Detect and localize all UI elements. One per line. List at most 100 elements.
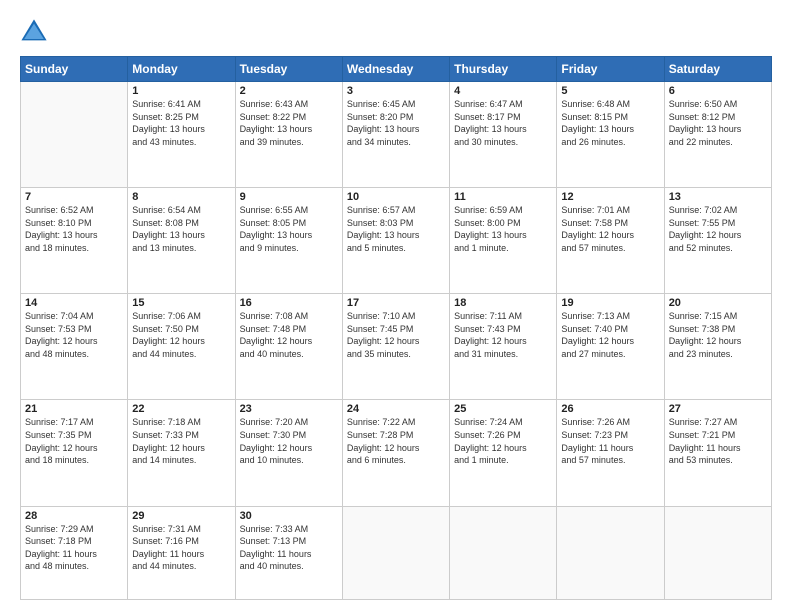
day-number: 17 bbox=[347, 297, 445, 309]
calendar-cell bbox=[450, 506, 557, 599]
calendar-cell: 11Sunrise: 6:59 AM Sunset: 8:00 PM Dayli… bbox=[450, 188, 557, 294]
calendar-cell: 7Sunrise: 6:52 AM Sunset: 8:10 PM Daylig… bbox=[21, 188, 128, 294]
cell-content: Sunrise: 7:29 AM Sunset: 7:18 PM Dayligh… bbox=[25, 523, 123, 573]
week-row-2: 7Sunrise: 6:52 AM Sunset: 8:10 PM Daylig… bbox=[21, 188, 772, 294]
cell-content: Sunrise: 6:45 AM Sunset: 8:20 PM Dayligh… bbox=[347, 98, 445, 148]
weekday-header-saturday: Saturday bbox=[664, 57, 771, 82]
calendar-cell: 27Sunrise: 7:27 AM Sunset: 7:21 PM Dayli… bbox=[664, 400, 771, 506]
calendar: SundayMondayTuesdayWednesdayThursdayFrid… bbox=[20, 56, 772, 600]
cell-content: Sunrise: 6:43 AM Sunset: 8:22 PM Dayligh… bbox=[240, 98, 338, 148]
day-number: 4 bbox=[454, 85, 552, 97]
calendar-cell bbox=[21, 82, 128, 188]
calendar-cell: 16Sunrise: 7:08 AM Sunset: 7:48 PM Dayli… bbox=[235, 294, 342, 400]
cell-content: Sunrise: 7:01 AM Sunset: 7:58 PM Dayligh… bbox=[561, 204, 659, 254]
day-number: 6 bbox=[669, 85, 767, 97]
logo bbox=[20, 18, 50, 46]
calendar-cell: 9Sunrise: 6:55 AM Sunset: 8:05 PM Daylig… bbox=[235, 188, 342, 294]
calendar-cell: 20Sunrise: 7:15 AM Sunset: 7:38 PM Dayli… bbox=[664, 294, 771, 400]
calendar-cell: 5Sunrise: 6:48 AM Sunset: 8:15 PM Daylig… bbox=[557, 82, 664, 188]
calendar-cell: 19Sunrise: 7:13 AM Sunset: 7:40 PM Dayli… bbox=[557, 294, 664, 400]
logo-icon bbox=[20, 18, 48, 46]
day-number: 29 bbox=[132, 510, 230, 522]
weekday-header-thursday: Thursday bbox=[450, 57, 557, 82]
day-number: 13 bbox=[669, 191, 767, 203]
weekday-header-sunday: Sunday bbox=[21, 57, 128, 82]
calendar-cell: 3Sunrise: 6:45 AM Sunset: 8:20 PM Daylig… bbox=[342, 82, 449, 188]
week-row-5: 28Sunrise: 7:29 AM Sunset: 7:18 PM Dayli… bbox=[21, 506, 772, 599]
day-number: 5 bbox=[561, 85, 659, 97]
cell-content: Sunrise: 7:08 AM Sunset: 7:48 PM Dayligh… bbox=[240, 310, 338, 360]
cell-content: Sunrise: 7:22 AM Sunset: 7:28 PM Dayligh… bbox=[347, 416, 445, 466]
calendar-cell: 4Sunrise: 6:47 AM Sunset: 8:17 PM Daylig… bbox=[450, 82, 557, 188]
day-number: 10 bbox=[347, 191, 445, 203]
day-number: 28 bbox=[25, 510, 123, 522]
cell-content: Sunrise: 6:41 AM Sunset: 8:25 PM Dayligh… bbox=[132, 98, 230, 148]
calendar-cell: 17Sunrise: 7:10 AM Sunset: 7:45 PM Dayli… bbox=[342, 294, 449, 400]
day-number: 20 bbox=[669, 297, 767, 309]
cell-content: Sunrise: 7:10 AM Sunset: 7:45 PM Dayligh… bbox=[347, 310, 445, 360]
weekday-header-wednesday: Wednesday bbox=[342, 57, 449, 82]
day-number: 15 bbox=[132, 297, 230, 309]
day-number: 21 bbox=[25, 403, 123, 415]
cell-content: Sunrise: 7:15 AM Sunset: 7:38 PM Dayligh… bbox=[669, 310, 767, 360]
cell-content: Sunrise: 6:48 AM Sunset: 8:15 PM Dayligh… bbox=[561, 98, 659, 148]
cell-content: Sunrise: 6:52 AM Sunset: 8:10 PM Dayligh… bbox=[25, 204, 123, 254]
day-number: 23 bbox=[240, 403, 338, 415]
day-number: 24 bbox=[347, 403, 445, 415]
calendar-cell bbox=[342, 506, 449, 599]
cell-content: Sunrise: 7:27 AM Sunset: 7:21 PM Dayligh… bbox=[669, 416, 767, 466]
day-number: 9 bbox=[240, 191, 338, 203]
cell-content: Sunrise: 7:06 AM Sunset: 7:50 PM Dayligh… bbox=[132, 310, 230, 360]
calendar-cell: 15Sunrise: 7:06 AM Sunset: 7:50 PM Dayli… bbox=[128, 294, 235, 400]
calendar-cell: 8Sunrise: 6:54 AM Sunset: 8:08 PM Daylig… bbox=[128, 188, 235, 294]
day-number: 16 bbox=[240, 297, 338, 309]
day-number: 19 bbox=[561, 297, 659, 309]
week-row-3: 14Sunrise: 7:04 AM Sunset: 7:53 PM Dayli… bbox=[21, 294, 772, 400]
calendar-cell: 1Sunrise: 6:41 AM Sunset: 8:25 PM Daylig… bbox=[128, 82, 235, 188]
calendar-cell: 13Sunrise: 7:02 AM Sunset: 7:55 PM Dayli… bbox=[664, 188, 771, 294]
cell-content: Sunrise: 6:47 AM Sunset: 8:17 PM Dayligh… bbox=[454, 98, 552, 148]
day-number: 30 bbox=[240, 510, 338, 522]
calendar-cell: 22Sunrise: 7:18 AM Sunset: 7:33 PM Dayli… bbox=[128, 400, 235, 506]
week-row-4: 21Sunrise: 7:17 AM Sunset: 7:35 PM Dayli… bbox=[21, 400, 772, 506]
cell-content: Sunrise: 6:59 AM Sunset: 8:00 PM Dayligh… bbox=[454, 204, 552, 254]
day-number: 7 bbox=[25, 191, 123, 203]
weekday-header-friday: Friday bbox=[557, 57, 664, 82]
calendar-cell: 26Sunrise: 7:26 AM Sunset: 7:23 PM Dayli… bbox=[557, 400, 664, 506]
day-number: 8 bbox=[132, 191, 230, 203]
cell-content: Sunrise: 6:50 AM Sunset: 8:12 PM Dayligh… bbox=[669, 98, 767, 148]
day-number: 26 bbox=[561, 403, 659, 415]
calendar-cell: 2Sunrise: 6:43 AM Sunset: 8:22 PM Daylig… bbox=[235, 82, 342, 188]
day-number: 27 bbox=[669, 403, 767, 415]
calendar-cell: 14Sunrise: 7:04 AM Sunset: 7:53 PM Dayli… bbox=[21, 294, 128, 400]
calendar-cell: 25Sunrise: 7:24 AM Sunset: 7:26 PM Dayli… bbox=[450, 400, 557, 506]
calendar-cell bbox=[664, 506, 771, 599]
day-number: 14 bbox=[25, 297, 123, 309]
cell-content: Sunrise: 7:17 AM Sunset: 7:35 PM Dayligh… bbox=[25, 416, 123, 466]
calendar-cell: 12Sunrise: 7:01 AM Sunset: 7:58 PM Dayli… bbox=[557, 188, 664, 294]
cell-content: Sunrise: 7:33 AM Sunset: 7:13 PM Dayligh… bbox=[240, 523, 338, 573]
calendar-cell bbox=[557, 506, 664, 599]
calendar-cell: 6Sunrise: 6:50 AM Sunset: 8:12 PM Daylig… bbox=[664, 82, 771, 188]
calendar-cell: 10Sunrise: 6:57 AM Sunset: 8:03 PM Dayli… bbox=[342, 188, 449, 294]
weekday-header-tuesday: Tuesday bbox=[235, 57, 342, 82]
week-row-1: 1Sunrise: 6:41 AM Sunset: 8:25 PM Daylig… bbox=[21, 82, 772, 188]
header bbox=[20, 18, 772, 46]
cell-content: Sunrise: 6:55 AM Sunset: 8:05 PM Dayligh… bbox=[240, 204, 338, 254]
cell-content: Sunrise: 7:20 AM Sunset: 7:30 PM Dayligh… bbox=[240, 416, 338, 466]
calendar-cell: 23Sunrise: 7:20 AM Sunset: 7:30 PM Dayli… bbox=[235, 400, 342, 506]
weekday-header-monday: Monday bbox=[128, 57, 235, 82]
cell-content: Sunrise: 7:13 AM Sunset: 7:40 PM Dayligh… bbox=[561, 310, 659, 360]
calendar-cell: 29Sunrise: 7:31 AM Sunset: 7:16 PM Dayli… bbox=[128, 506, 235, 599]
page: SundayMondayTuesdayWednesdayThursdayFrid… bbox=[0, 0, 792, 612]
day-number: 12 bbox=[561, 191, 659, 203]
cell-content: Sunrise: 6:57 AM Sunset: 8:03 PM Dayligh… bbox=[347, 204, 445, 254]
day-number: 11 bbox=[454, 191, 552, 203]
cell-content: Sunrise: 7:31 AM Sunset: 7:16 PM Dayligh… bbox=[132, 523, 230, 573]
calendar-cell: 21Sunrise: 7:17 AM Sunset: 7:35 PM Dayli… bbox=[21, 400, 128, 506]
day-number: 2 bbox=[240, 85, 338, 97]
cell-content: Sunrise: 7:11 AM Sunset: 7:43 PM Dayligh… bbox=[454, 310, 552, 360]
cell-content: Sunrise: 7:04 AM Sunset: 7:53 PM Dayligh… bbox=[25, 310, 123, 360]
calendar-cell: 28Sunrise: 7:29 AM Sunset: 7:18 PM Dayli… bbox=[21, 506, 128, 599]
cell-content: Sunrise: 6:54 AM Sunset: 8:08 PM Dayligh… bbox=[132, 204, 230, 254]
